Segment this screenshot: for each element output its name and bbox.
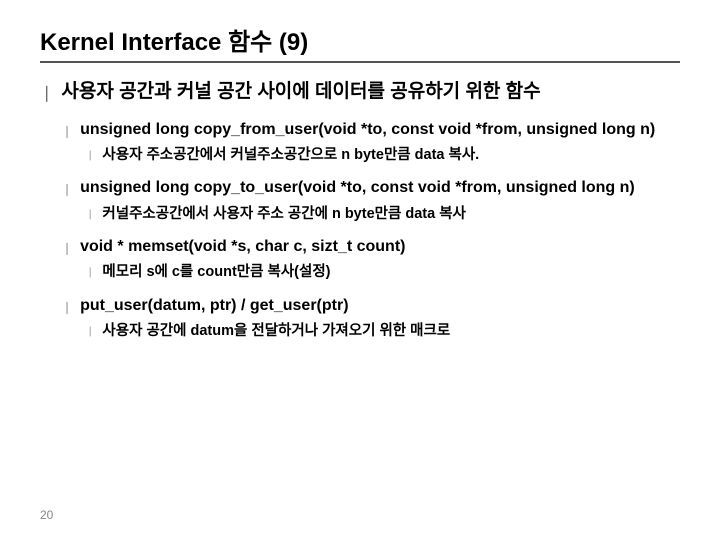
func-desc: 메모리 s에 c를 count만큼 복사(설정) xyxy=(102,262,330,282)
sub-list: ❘ unsigned long copy_from_user(void *to,… xyxy=(62,119,680,342)
bullet-icon: ❘ xyxy=(86,267,94,278)
slide-title: Kernel Interface 함수 (9) xyxy=(40,22,680,63)
bullet-icon: ❘ xyxy=(62,182,72,196)
func-signature: unsigned long copy_to_user(void *to, con… xyxy=(80,177,635,199)
bullet-icon: ❘ xyxy=(86,209,94,220)
list-item: ❘ unsigned long copy_from_user(void *to,… xyxy=(62,119,680,166)
main-bullet: ❘ 사용자 공간과 커널 공간 사이에 데이터를 공유하기 위한 함수 xyxy=(40,79,680,105)
main-text: 사용자 공간과 커널 공간 사이에 데이터를 공유하기 위한 함수 xyxy=(61,79,540,105)
bullet-icon: ❘ xyxy=(40,83,53,105)
bullet-icon: ❘ xyxy=(86,150,94,161)
list-item: ❘ put_user(datum, ptr) / get_user(ptr) ❘… xyxy=(62,295,680,342)
func-desc: 사용자 주소공간에서 커널주소공간으로 n byte만큼 data 복사. xyxy=(102,145,479,165)
page-number: 20 xyxy=(40,508,53,522)
bullet-icon: ❘ xyxy=(62,124,72,138)
list-item: ❘ unsigned long copy_to_user(void *to, c… xyxy=(62,177,680,224)
func-signature: unsigned long copy_from_user(void *to, c… xyxy=(80,119,655,141)
bullet-icon: ❘ xyxy=(62,300,72,314)
bullet-icon: ❘ xyxy=(86,326,94,337)
func-desc: 사용자 공간에 datum을 전달하거나 가져오기 위한 매크로 xyxy=(102,321,450,341)
bullet-icon: ❘ xyxy=(62,241,72,255)
func-desc: 커널주소공간에서 사용자 주소 공간에 n byte만큼 data 복사 xyxy=(102,204,465,224)
func-signature: void * memset(void *s, char c, sizt_t co… xyxy=(80,236,405,258)
list-item: ❘ void * memset(void *s, char c, sizt_t … xyxy=(62,236,680,283)
func-signature: put_user(datum, ptr) / get_user(ptr) xyxy=(80,295,348,317)
